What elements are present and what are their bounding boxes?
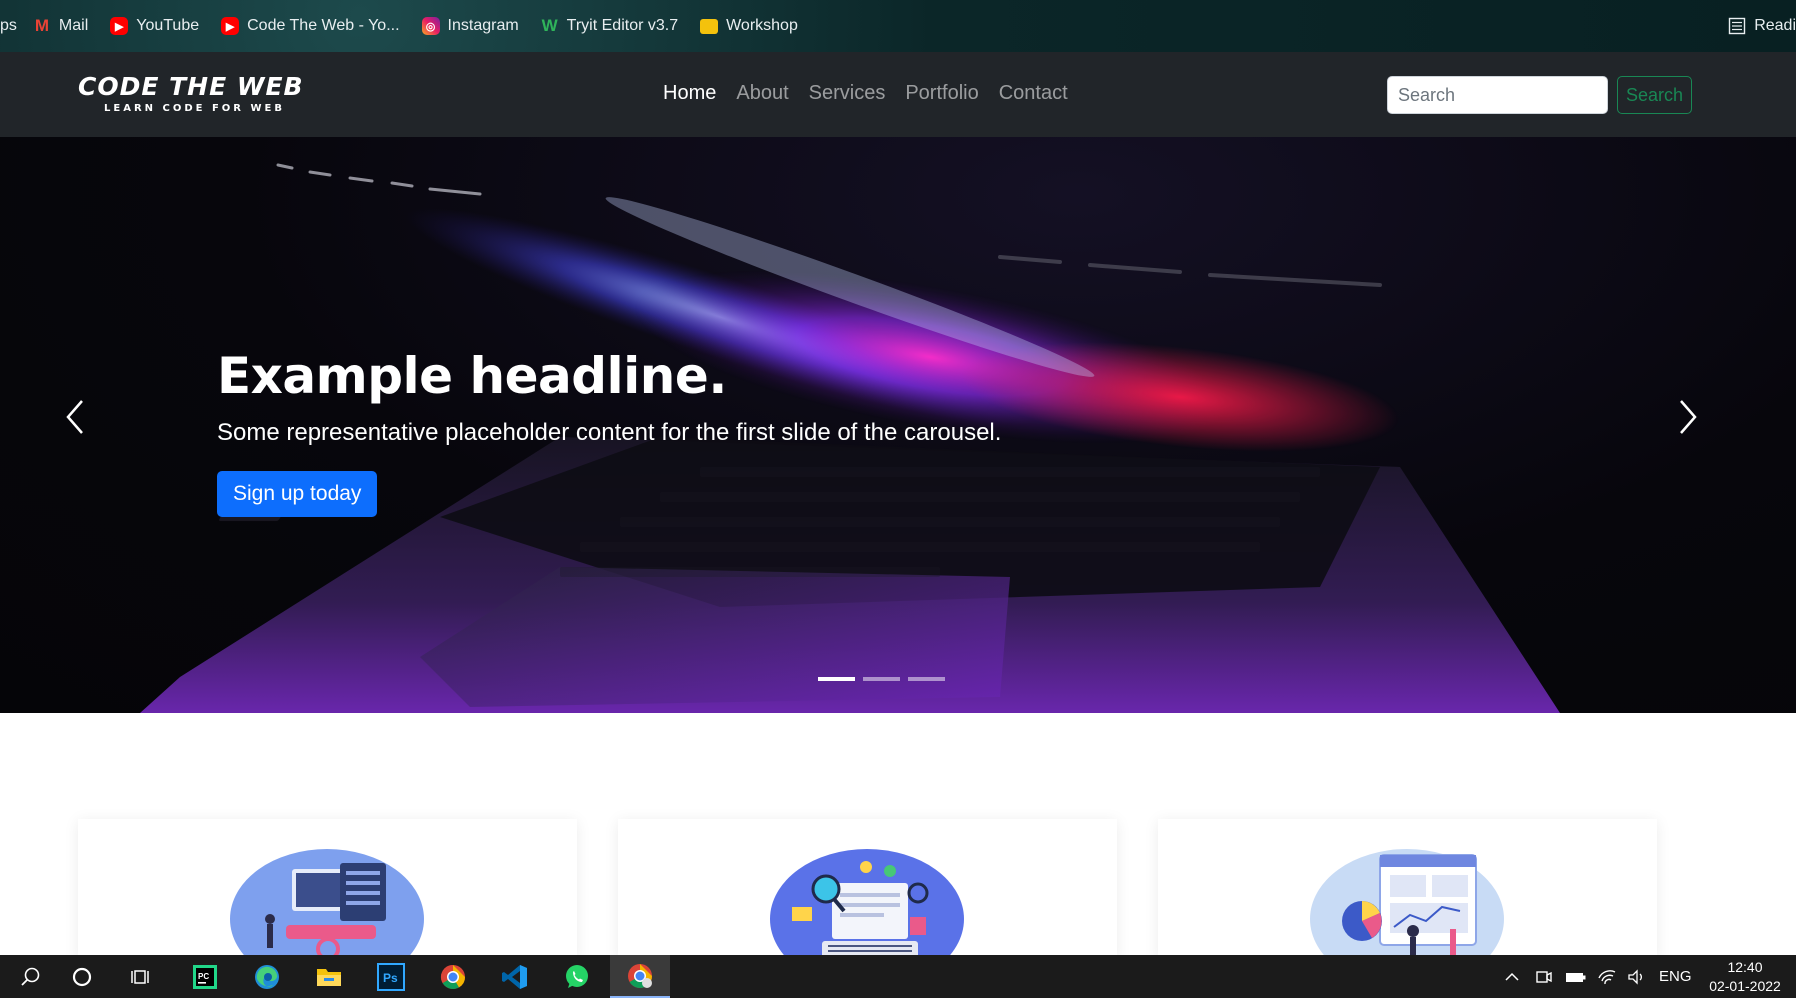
- taskbar-pycharm-button[interactable]: PC: [175, 955, 235, 998]
- youtube-icon: ▶: [221, 17, 240, 35]
- feature-cards-section: [0, 713, 1796, 959]
- chrome-icon: [440, 964, 465, 989]
- bookmark-label: Instagram: [447, 17, 519, 34]
- feature-card: [618, 819, 1117, 959]
- nav-link-services[interactable]: Services: [809, 82, 886, 105]
- system-tray: ENG: [1503, 955, 1692, 998]
- nav-link-home[interactable]: Home: [663, 82, 716, 105]
- bookmark-apps[interactable]: ps: [0, 17, 17, 35]
- chrome-active-icon: [628, 963, 652, 988]
- carousel-prev-button[interactable]: [55, 387, 95, 447]
- hero-carousel: Example headline. Some representative pl…: [0, 137, 1796, 713]
- taskbar-search-button[interactable]: [0, 955, 60, 998]
- site-logo[interactable]: CODE THE WEB LEARN CODE FOR WEB: [78, 72, 304, 114]
- bookmark-label: Code The Web - Yo...: [247, 17, 400, 34]
- carousel-indicators: [818, 677, 945, 681]
- bookmark-label: YouTube: [136, 17, 200, 34]
- bookmark-workshop[interactable]: Workshop: [700, 17, 798, 35]
- cortana-icon: [72, 967, 92, 986]
- bookmark-code-the-web[interactable]: ▶ Code The Web - Yo...: [221, 17, 400, 35]
- search-icon: [21, 967, 40, 986]
- folder-icon: [700, 18, 719, 34]
- bookmark-label: Tryit Editor v3.7: [566, 17, 679, 34]
- clock-time: 12:40: [1727, 959, 1763, 975]
- taskbar-edge-button[interactable]: [237, 955, 297, 998]
- windows-taskbar: PC Ps ENG 12:40 02-01-2022: [0, 955, 1796, 998]
- taskbar-vscode-button[interactable]: [485, 955, 545, 998]
- file-explorer-icon: [317, 968, 341, 986]
- feature-card: [78, 819, 577, 959]
- taskbar-chrome-button[interactable]: [423, 955, 483, 998]
- reading-list-label: Readi: [1754, 17, 1796, 34]
- carousel-text: Some representative placeholder content …: [217, 419, 1002, 446]
- bookmark-mail[interactable]: M Mail: [33, 16, 89, 35]
- wifi-icon[interactable]: [1597, 968, 1617, 986]
- meet-now-icon[interactable]: [1535, 968, 1553, 986]
- computer-analytics-illustration: [230, 849, 424, 959]
- carousel-caption: Example headline. Some representative pl…: [217, 347, 1001, 517]
- logo-title: CODE THE WEB: [78, 72, 304, 101]
- dashboard-charts-illustration: [1310, 849, 1504, 959]
- taskbar-chrome-active-button[interactable]: [610, 955, 670, 998]
- carousel-indicator-3[interactable]: [908, 677, 945, 681]
- nav-link-portfolio[interactable]: Portfolio: [905, 82, 978, 105]
- reading-list-button[interactable]: Readi: [1728, 0, 1796, 52]
- pycharm-icon: PC: [193, 964, 217, 989]
- svg-text:PC: PC: [198, 972, 209, 981]
- language-indicator[interactable]: ENG: [1659, 968, 1692, 985]
- carousel-next-button[interactable]: [1668, 387, 1708, 447]
- navbar: CODE THE WEB LEARN CODE FOR WEB Home Abo…: [0, 52, 1796, 137]
- task-view-icon: [131, 969, 149, 984]
- taskbar-photoshop-button[interactable]: Ps: [361, 955, 421, 998]
- bookmark-youtube[interactable]: ▶ YouTube: [110, 17, 199, 35]
- svg-text:Ps: Ps: [383, 971, 398, 985]
- clock-date: 02-01-2022: [1709, 978, 1781, 994]
- taskbar-clock[interactable]: 12:40 02-01-2022: [1700, 958, 1790, 996]
- carousel-indicator-2[interactable]: [863, 677, 900, 681]
- edge-icon: [255, 964, 279, 989]
- search-button[interactable]: Search: [1617, 76, 1692, 114]
- gmail-icon: M: [34, 16, 49, 35]
- feature-card: [1158, 819, 1657, 959]
- taskbar-task-view-button[interactable]: [112, 955, 172, 998]
- seo-keyboard-illustration: [770, 849, 964, 959]
- bookmark-tryit-editor[interactable]: W Tryit Editor v3.7: [541, 16, 679, 35]
- bookmark-label: ps: [0, 17, 17, 34]
- reading-list-icon: [1728, 17, 1746, 35]
- taskbar-whatsapp-button[interactable]: [547, 955, 607, 998]
- volume-icon[interactable]: [1627, 968, 1647, 986]
- bookmark-label: Mail: [58, 17, 89, 34]
- search-input[interactable]: [1387, 76, 1608, 114]
- bookmark-instagram[interactable]: ◎ Instagram: [421, 17, 519, 35]
- photoshop-icon: Ps: [377, 962, 405, 991]
- youtube-icon: ▶: [110, 17, 129, 35]
- whatsapp-icon: [566, 964, 588, 988]
- bookmarks-bar: ps M Mail ▶ YouTube ▶ Code The Web - Yo.…: [0, 0, 1796, 52]
- nav-link-about[interactable]: About: [736, 82, 788, 105]
- chevron-right-icon: [1680, 400, 1697, 434]
- taskbar-file-explorer-button[interactable]: [299, 955, 359, 998]
- sign-up-button[interactable]: Sign up today: [217, 471, 378, 517]
- carousel-indicator-1[interactable]: [818, 677, 855, 681]
- battery-icon[interactable]: [1565, 968, 1587, 986]
- chevron-left-icon: [66, 400, 83, 434]
- nav-link-contact[interactable]: Contact: [999, 82, 1068, 105]
- w3schools-icon: W: [541, 16, 558, 35]
- logo-tagline: LEARN CODE FOR WEB: [104, 103, 285, 114]
- vscode-icon: [502, 964, 527, 989]
- taskbar-cortana-button[interactable]: [52, 955, 112, 998]
- nav-links: Home About Services Portfolio Contact: [663, 82, 1068, 105]
- instagram-icon: ◎: [421, 17, 440, 35]
- bookmark-label: Workshop: [726, 17, 798, 34]
- chevron-up-icon[interactable]: [1503, 968, 1521, 986]
- carousel-headline: Example headline.: [217, 347, 727, 405]
